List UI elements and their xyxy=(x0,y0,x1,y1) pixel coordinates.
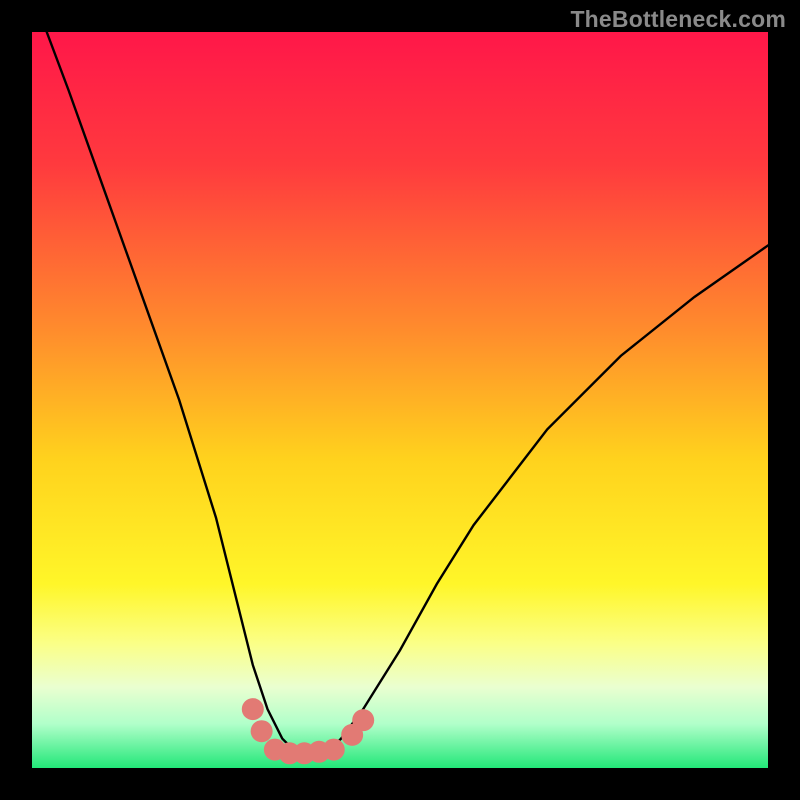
data-marker xyxy=(242,698,264,720)
chart-canvas xyxy=(32,32,768,768)
watermark-text: TheBottleneck.com xyxy=(570,6,786,33)
data-marker xyxy=(251,720,273,742)
chart-frame: TheBottleneck.com xyxy=(0,0,800,800)
plot-area xyxy=(32,32,768,768)
bottleneck-curve xyxy=(47,32,768,753)
data-marker xyxy=(323,739,345,761)
data-markers xyxy=(242,698,374,764)
data-marker xyxy=(352,709,374,731)
